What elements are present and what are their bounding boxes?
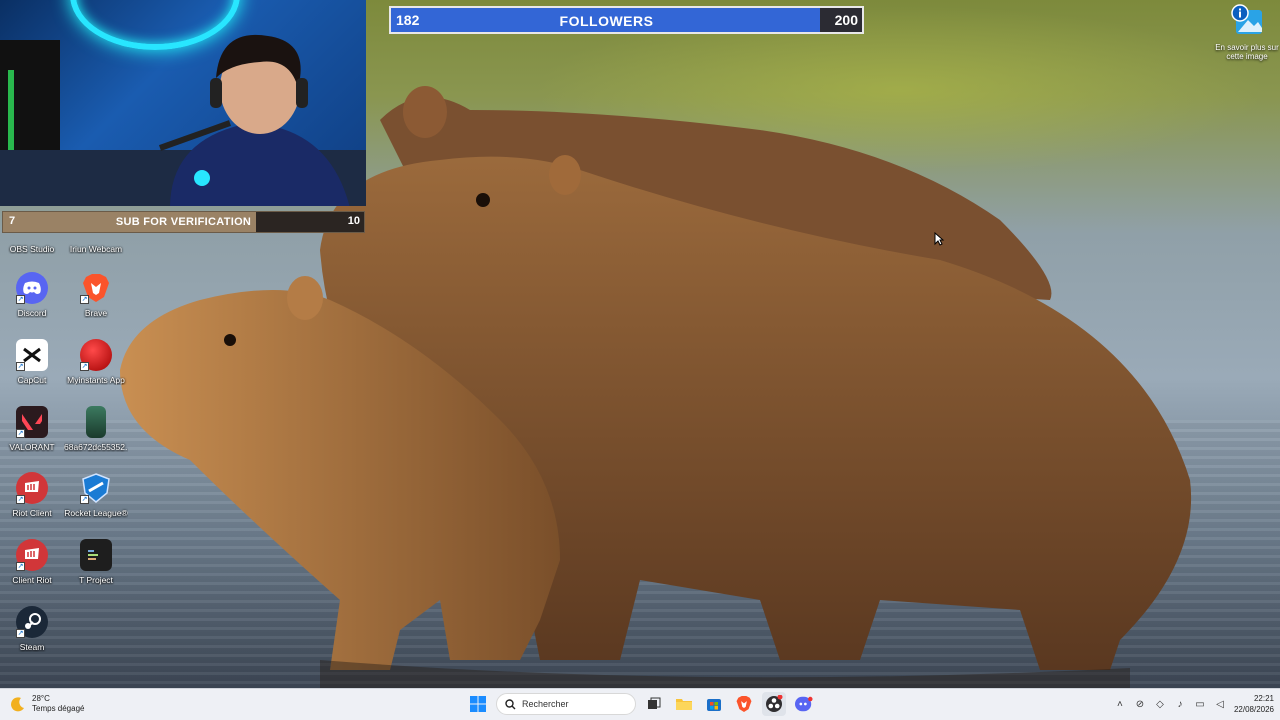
monitor-icon[interactable]: ▭ [1194, 698, 1206, 710]
image-file-icon [86, 406, 106, 438]
taskbar-search[interactable]: Rechercher [496, 693, 636, 715]
weather-desc: Temps dégagé [32, 704, 85, 713]
shield-icon[interactable]: ◇ [1154, 698, 1166, 710]
webcam-overlay [0, 0, 366, 206]
followers-target: 200 [834, 12, 858, 28]
desktop-icon-label: OBS Studio [9, 244, 55, 254]
desktop-icon-image-file[interactable]: 68a672dc55352... [64, 406, 128, 468]
microphone-icon[interactable]: ♪ [1174, 698, 1186, 710]
desktop-icon-label: 68a672dc55352... [64, 442, 128, 452]
desktop-icon-obs[interactable]: OBS Studio [0, 208, 64, 270]
volume-icon[interactable]: ◁ [1214, 698, 1226, 710]
brave-taskbar-button[interactable] [732, 692, 756, 716]
clock-time: 22:21 [1253, 694, 1274, 703]
clock[interactable]: 22:21 22/08/2026 [1234, 693, 1274, 715]
desktop-icon-label: Brave [84, 308, 108, 318]
desktop-icon-label: T Project [79, 575, 113, 585]
desktop-icon-rocket-league[interactable]: ↗ Rocket League® [64, 472, 128, 534]
mouse-cursor-icon [934, 232, 944, 246]
valorant-icon: ↗ [16, 406, 48, 438]
task-view-icon [648, 697, 661, 709]
search-icon [505, 698, 516, 709]
windows-start-icon [470, 696, 486, 712]
learn-line2: cette image [1226, 52, 1268, 61]
desktop-icon-iriun[interactable]: Iriun Webcam [64, 208, 128, 270]
taskbar-center: Rechercher [466, 692, 816, 716]
weather-widget[interactable]: 28°C Temps dégagé [10, 694, 84, 714]
rocket-league-icon: ↗ [80, 472, 112, 504]
brave-icon [736, 696, 752, 712]
desktop-icon-label: VALORANT [9, 442, 55, 452]
desktop-icon-label: Discord [17, 308, 47, 318]
microsoft-store-icon [707, 699, 721, 711]
followers-goal-bar: 182 FOLLOWERS 200 [389, 6, 864, 34]
myinstants-icon: ↗ [80, 339, 112, 371]
start-button[interactable] [466, 692, 490, 716]
weather-temp: 28°C [32, 694, 50, 703]
obs-icon [766, 695, 783, 712]
clock-date: 22/08/2026 [1233, 705, 1274, 714]
moon-weather-icon [11, 697, 24, 712]
desktop-icon-label: Client Riot [12, 575, 52, 585]
discord-icon: ↗ [16, 272, 48, 304]
learn-about-image-button[interactable]: En savoir plus sur cette image [1214, 4, 1280, 61]
desktop-icon-valorant[interactable]: ↗ VALORANT [0, 406, 64, 468]
desktop-icon-myinstants[interactable]: ↗ Myinstants App [64, 339, 128, 401]
desktop-icon-label: Myinstants App [67, 375, 125, 385]
desktop-icon-client-riot[interactable]: ↗ Client Riot [0, 539, 64, 601]
network-off-icon[interactable]: ⊘ [1134, 698, 1146, 710]
info-picture-icon [1231, 4, 1262, 34]
desktop-icon-t-project[interactable]: T Project [64, 539, 128, 601]
taskbar: 28°C Temps dégagé Rechercher ˄ ⊘ ◇ ♪ ▭ ◁… [0, 688, 1280, 720]
riot-client-icon: ↗ [16, 539, 48, 571]
file-explorer-icon [676, 699, 692, 710]
desktop-icon-capcut[interactable]: ↗ CapCut [0, 339, 64, 401]
desktop-icon-label: Riot Client [12, 508, 52, 518]
system-tray: ˄ ⊘ ◇ ♪ ▭ ◁ 22:21 22/08/2026 [1114, 693, 1274, 715]
sub-goal-target: 10 [347, 215, 360, 227]
search-placeholder: Rechercher [522, 699, 569, 709]
desktop-icon-riot-client[interactable]: ↗ Riot Client [0, 472, 64, 534]
brave-icon: ↗ [80, 272, 112, 304]
riot-client-icon: ↗ [16, 472, 48, 504]
obs-taskbar-button[interactable] [762, 692, 786, 716]
capcut-icon: ↗ [16, 339, 48, 371]
streamer [158, 34, 350, 206]
task-view-button[interactable] [642, 692, 666, 716]
discord-icon [795, 696, 813, 712]
file-explorer-button[interactable] [672, 692, 696, 716]
webcam-icon [80, 208, 112, 240]
chevron-up-icon[interactable]: ˄ [1114, 698, 1126, 710]
project-icon [80, 539, 112, 571]
desktop-icon-label: Rocket League® [64, 508, 128, 518]
discord-taskbar-button[interactable] [792, 692, 816, 716]
desktop-icon-discord[interactable]: ↗ Discord [0, 272, 64, 334]
desktop-icon-steam[interactable]: ↗ Steam [0, 606, 64, 668]
desktop-icon-label: CapCut [17, 375, 47, 385]
steam-icon: ↗ [16, 606, 48, 638]
desktop-icon-label: Steam [19, 642, 45, 652]
obs-icon [16, 208, 48, 240]
desktop-icon-brave[interactable]: ↗ Brave [64, 272, 128, 334]
learn-line1: En savoir plus sur [1215, 43, 1279, 52]
microsoft-store-button[interactable] [702, 692, 726, 716]
followers-title: FOLLOWERS [559, 13, 654, 29]
desktop-icon-label: Iriun Webcam [69, 244, 123, 254]
